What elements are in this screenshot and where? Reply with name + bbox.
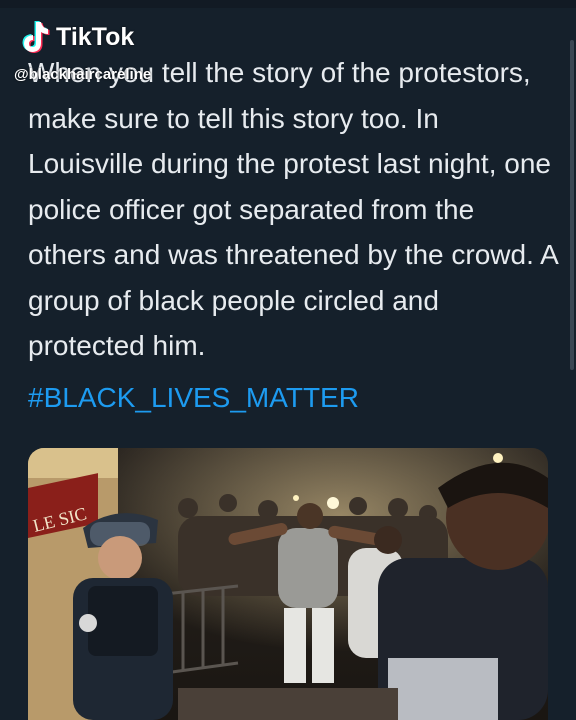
tweet-text: When you tell the story of the protestor… bbox=[28, 57, 558, 361]
scrollbar[interactable] bbox=[570, 40, 574, 370]
tweet-photo[interactable]: LE SIC bbox=[28, 448, 548, 720]
hashtag-link[interactable]: #BLACK_LIVES_MATTER bbox=[28, 376, 359, 420]
top-bar bbox=[0, 0, 576, 8]
tiktok-watermark: TikTok bbox=[20, 20, 134, 54]
protest-photo-image: LE SIC bbox=[28, 448, 548, 720]
tiktok-logo-icon bbox=[22, 21, 50, 53]
creator-handle: @blackhaircareline bbox=[14, 66, 152, 83]
tiktok-brand-name: TikTok bbox=[56, 22, 135, 51]
